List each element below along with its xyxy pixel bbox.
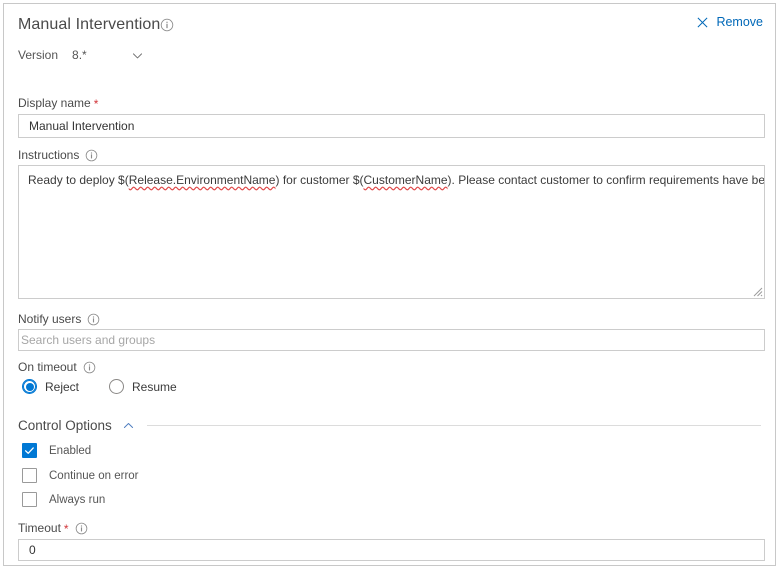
radio-reject[interactable]: Reject xyxy=(22,379,79,394)
remove-button-label: Remove xyxy=(716,15,763,29)
spellcheck-token: Release.EnvironmentName xyxy=(128,173,276,187)
notify-users-input[interactable] xyxy=(18,329,765,351)
info-icon[interactable] xyxy=(75,522,88,535)
instructions-token: ) for customer $( xyxy=(275,173,364,187)
task-header: Manual Intervention Remove xyxy=(18,14,763,38)
display-name-label-text: Display name xyxy=(18,96,91,110)
info-icon[interactable] xyxy=(160,18,174,32)
on-timeout-label: On timeout xyxy=(18,360,96,374)
instructions-token: ). Please contact customer to confirm re… xyxy=(447,173,765,187)
checkbox-enabled-label: Enabled xyxy=(49,444,92,457)
instructions-token: Ready to deploy $( xyxy=(28,173,129,187)
radio-indicator xyxy=(22,379,37,394)
spellcheck-token: CustomerName xyxy=(363,173,448,187)
info-icon[interactable] xyxy=(85,149,98,162)
display-name-label: Display name * xyxy=(18,96,98,110)
required-indicator: * xyxy=(93,97,99,111)
on-timeout-label-text: On timeout xyxy=(18,360,77,374)
checkbox-continue-on-error[interactable]: Continue on error xyxy=(22,468,139,483)
required-indicator: * xyxy=(63,522,69,536)
page-title: Manual Intervention xyxy=(18,16,161,33)
radio-resume-label: Resume xyxy=(132,379,177,394)
timeout-input[interactable] xyxy=(18,539,765,561)
version-value: 8.* xyxy=(72,48,87,62)
version-row: Version 8.* xyxy=(18,46,144,64)
notify-users-label: Notify users xyxy=(18,312,100,326)
remove-button[interactable]: Remove xyxy=(696,15,763,29)
instructions-textarea[interactable]: Ready to deploy $(Release.EnvironmentNam… xyxy=(18,165,765,299)
chevron-down-icon[interactable] xyxy=(131,49,144,62)
info-icon[interactable] xyxy=(87,313,100,326)
display-name-input[interactable] xyxy=(18,114,765,138)
task-editor-panel: Manual Intervention Remove Version 8.* D… xyxy=(3,3,776,566)
control-options-title: Control Options xyxy=(18,417,112,433)
radio-indicator xyxy=(109,379,125,394)
info-icon[interactable] xyxy=(83,361,96,374)
notify-users-label-text: Notify users xyxy=(18,312,82,326)
checkbox-always-run-label: Always run xyxy=(49,493,106,506)
timeout-label: Timeout * xyxy=(18,521,88,535)
version-label: Version xyxy=(18,48,59,62)
checkbox-enabled[interactable]: Enabled xyxy=(22,443,91,458)
instructions-label: Instructions xyxy=(18,148,98,162)
checkbox-indicator xyxy=(22,468,37,483)
checkbox-indicator xyxy=(22,492,37,507)
instructions-text: Ready to deploy $(Release.EnvironmentNam… xyxy=(28,172,764,188)
instructions-label-text: Instructions xyxy=(18,148,80,162)
radio-reject-label: Reject xyxy=(45,379,80,394)
timeout-label-text: Timeout xyxy=(18,521,61,535)
radio-resume[interactable]: Resume xyxy=(109,379,177,394)
control-options-header[interactable]: Control Options xyxy=(18,416,761,434)
checkbox-continue-on-error-label: Continue on error xyxy=(49,469,139,482)
chevron-up-icon[interactable] xyxy=(122,419,135,432)
section-divider xyxy=(146,424,761,426)
checkbox-always-run[interactable]: Always run xyxy=(22,492,105,507)
resize-grip-icon[interactable] xyxy=(750,284,763,297)
on-timeout-radio-group: Reject Resume xyxy=(22,379,177,394)
close-icon xyxy=(696,16,709,29)
checkbox-indicator xyxy=(22,443,37,458)
